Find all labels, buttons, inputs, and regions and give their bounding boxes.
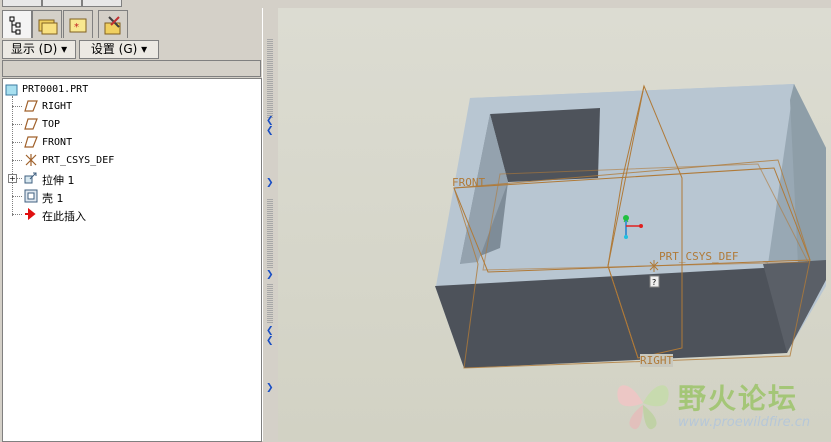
forum-watermark: 野火论坛 www.proewildfire.cn xyxy=(610,371,825,437)
window-tab[interactable] xyxy=(82,0,122,7)
svg-text:?: ? xyxy=(652,278,656,287)
expand-right-icon[interactable]: ❯ xyxy=(266,178,274,188)
collapse-left-icon[interactable]: ❮ xyxy=(266,116,274,126)
tab-connections[interactable] xyxy=(98,10,128,38)
collapse-left-icon[interactable]: ❮ xyxy=(266,336,274,346)
tree-item-right[interactable]: RIGHT xyxy=(42,101,72,113)
watermark-name: 野火论坛 xyxy=(678,382,799,415)
part-icon xyxy=(5,84,18,96)
right-plane-label[interactable]: RIGHT xyxy=(640,354,674,367)
tools-icon xyxy=(104,16,121,35)
window-tab[interactable] xyxy=(2,0,42,7)
expand-right-icon[interactable]: ❯ xyxy=(266,383,274,393)
model-tree-icon xyxy=(9,16,21,35)
tree-root-part[interactable]: PRT0001.PRT xyxy=(22,84,88,96)
window-tab[interactable] xyxy=(42,0,82,7)
csys-label[interactable]: PRT_CSYS_DEF xyxy=(659,250,738,263)
collapse-left-icon[interactable]: ❮ xyxy=(266,326,274,336)
tree-item-extrude[interactable]: 拉伸 1 xyxy=(42,172,75,188)
expand-right-icon[interactable]: ❯ xyxy=(266,270,274,280)
collapse-left-icon[interactable]: ❮ xyxy=(266,126,274,136)
graphics-viewport[interactable]: ? FRONT PRT_CSYS_DEF RIGHT 野火论坛 www.proe… xyxy=(278,8,831,441)
tree-connector xyxy=(12,96,13,216)
favorites-icon: * xyxy=(69,18,87,33)
tree-item-front[interactable]: FRONT xyxy=(42,137,72,149)
front-plane-label[interactable]: FRONT xyxy=(452,176,485,189)
coordinate-system-icon xyxy=(25,154,37,166)
tree-item-insert-here[interactable]: 在此插入 xyxy=(42,208,86,224)
folder-icon xyxy=(38,19,58,35)
display-menu-button[interactable]: 显示 (D) ▾ xyxy=(2,40,76,59)
datum-plane-icon xyxy=(24,118,38,130)
tree-item-csys[interactable]: PRT_CSYS_DEF xyxy=(42,155,114,167)
datum-plane-icon xyxy=(24,100,38,112)
expand-toggle[interactable]: + xyxy=(8,174,17,183)
tree-item-shell[interactable]: 壳 1 xyxy=(42,190,64,206)
tree-item-top[interactable]: TOP xyxy=(42,119,60,131)
tab-favorites[interactable]: * xyxy=(63,10,93,38)
extrude-icon xyxy=(24,172,37,184)
datum-plane-icon xyxy=(24,136,38,148)
model-tree-panel: PRT0001.PRT RIGHT TOP FRONT PRT_CSYS_DEF… xyxy=(2,78,262,442)
watermark-url: www.proewildfire.cn xyxy=(678,415,811,430)
settings-menu-button[interactable]: 设置 (G) ▾ xyxy=(79,40,159,59)
window-tab-strip xyxy=(0,0,275,8)
shell-icon xyxy=(24,189,38,203)
svg-text:*: * xyxy=(74,22,79,33)
tree-filter-bar[interactable] xyxy=(2,60,261,77)
tab-folder-browser[interactable] xyxy=(32,10,62,38)
butterfly-logo-icon xyxy=(617,385,669,430)
insert-here-arrow-icon xyxy=(25,208,36,220)
tab-model-tree[interactable] xyxy=(2,10,32,39)
